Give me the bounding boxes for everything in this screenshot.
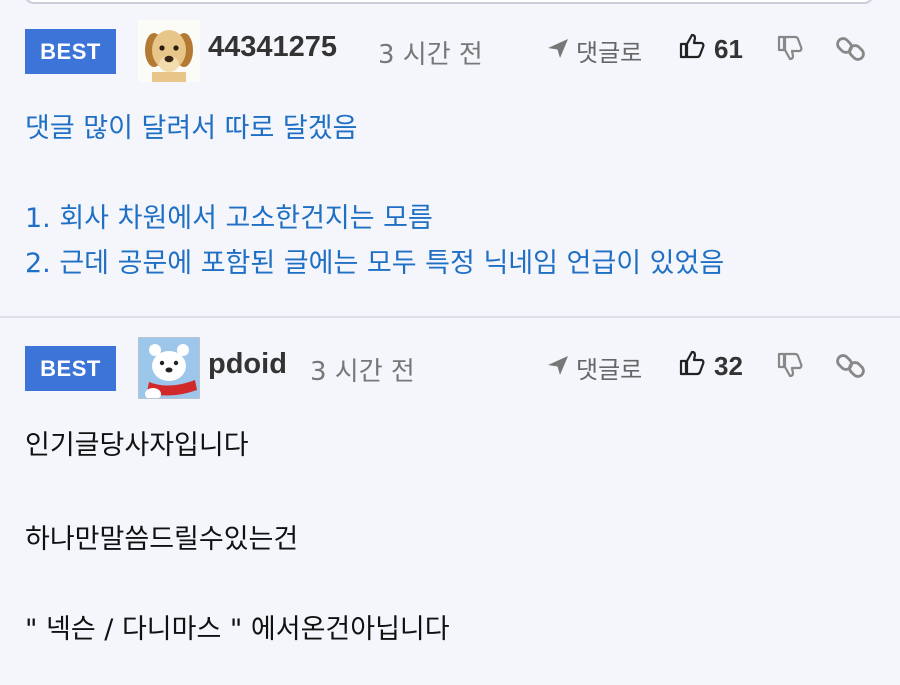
comment-line — [25, 468, 450, 517]
like-button[interactable]: 61 — [678, 32, 743, 67]
thumbs-up-icon — [678, 32, 706, 67]
comment-line: 2. 근데 공문에 포함된 글에는 모두 특정 닉네임 언급이 있었음 — [25, 248, 725, 279]
timestamp: 3 시간 전 — [378, 40, 483, 70]
reply-label: 댓글로 — [576, 356, 643, 384]
timestamp: 3 시간 전 — [310, 357, 415, 387]
like-count: 32 — [714, 351, 743, 381]
reply-button[interactable]: 댓글로 — [546, 350, 642, 385]
thumbs-up-icon — [678, 349, 706, 384]
comment-line: 1. 회사 차원에서 고소한건지는 모름 — [25, 203, 433, 234]
comment-header: BEST pdoid 3 시간 전 댓글로 32 — [0, 320, 900, 420]
link-icon — [836, 354, 866, 385]
avatar[interactable] — [138, 337, 200, 399]
thumbs-down-icon — [776, 352, 804, 383]
comment-line: 댓글 많이 달려서 따로 달겠음 — [25, 113, 358, 144]
thumbs-down-icon — [776, 35, 804, 66]
reply-button[interactable]: 댓글로 — [546, 33, 642, 68]
reply-label: 댓글로 — [576, 39, 643, 67]
comment-line: " 넥슨 / 다니마스 " 에서온건아닙니다 — [25, 614, 450, 645]
link-button[interactable] — [836, 351, 866, 385]
username[interactable]: pdoid — [208, 348, 287, 381]
comment-header: BEST 44341275 3 시간 전 댓글로 61 — [0, 0, 900, 100]
polar-bear-avatar-icon — [139, 338, 199, 398]
comment-line — [25, 151, 724, 196]
comment-line: 하나만말씀드릴수있는건 — [25, 524, 299, 555]
comment-body: 댓글 많이 달려서 따로 달겠음 1. 회사 차원에서 고소한건지는 모름 2.… — [25, 106, 724, 286]
like-count: 61 — [714, 34, 743, 64]
comment: BEST pdoid 3 시간 전 댓글로 32 인기글당사자입니다 하나만말씀… — [0, 320, 900, 685]
send-arrow-icon — [546, 353, 570, 383]
like-button[interactable]: 32 — [678, 349, 743, 384]
send-arrow-icon — [546, 36, 570, 66]
dislike-button[interactable] — [776, 34, 804, 66]
best-badge: BEST — [25, 29, 116, 74]
best-badge: BEST — [25, 346, 116, 391]
comment-line: 인기글당사자입니다 — [25, 430, 249, 461]
avatar[interactable] — [138, 20, 200, 82]
puppy-avatar-icon — [138, 20, 200, 82]
link-icon — [836, 37, 866, 68]
link-button[interactable] — [836, 34, 866, 68]
comment: BEST 44341275 3 시간 전 댓글로 61 댓글 많이 달려서 따로… — [0, 0, 900, 318]
username[interactable]: 44341275 — [208, 31, 337, 64]
comment-line — [25, 562, 450, 607]
dislike-button[interactable] — [776, 351, 804, 383]
comment-body: 인기글당사자입니다 하나만말씀드릴수있는건 " 넥슨 / 다니마스 " 에서온건… — [25, 423, 450, 652]
